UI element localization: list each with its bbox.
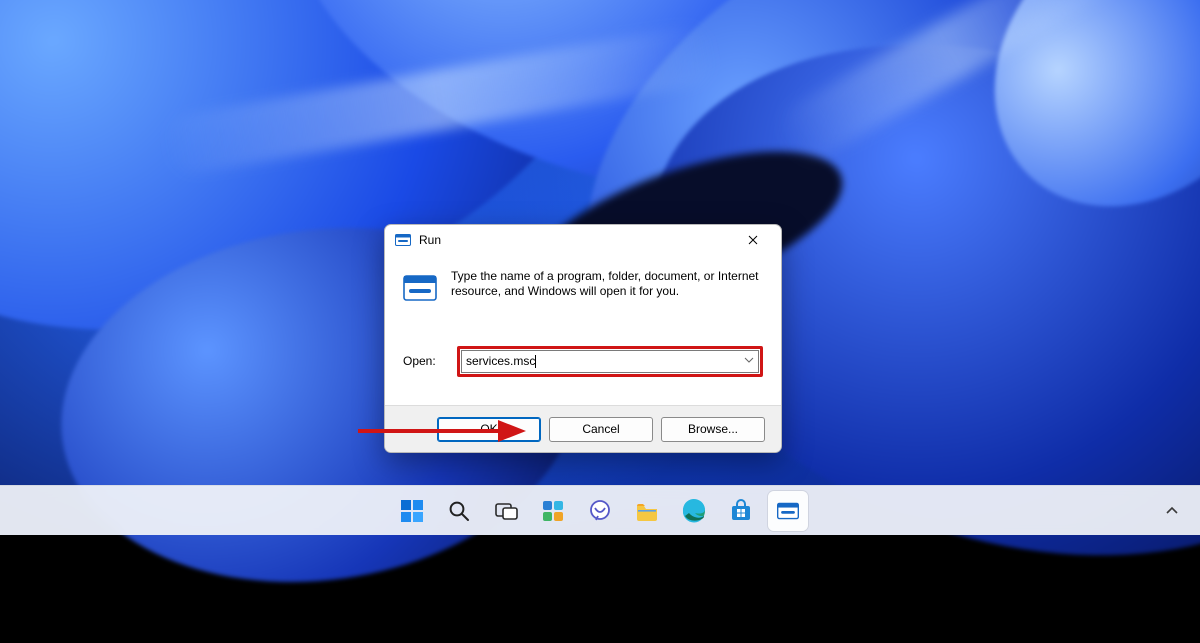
text-caret: [535, 355, 536, 368]
taskbar-start[interactable]: [392, 491, 432, 531]
dialog-prompt: Type the name of a program, folder, docu…: [451, 269, 763, 337]
taskbar-overflow[interactable]: [1158, 497, 1186, 525]
taskbar-store[interactable]: [721, 491, 761, 531]
taskbar-center: [392, 491, 808, 531]
close-icon: [748, 235, 758, 245]
folder-icon: [634, 498, 660, 524]
run-app-icon: [395, 232, 411, 248]
task-view-icon: [493, 498, 519, 524]
taskbar-widgets[interactable]: [533, 491, 573, 531]
chevron-down-icon[interactable]: [744, 354, 754, 368]
open-label: Open:: [403, 354, 445, 368]
close-button[interactable]: [733, 227, 773, 253]
annotation-highlight: services.msc: [457, 346, 763, 377]
cancel-button[interactable]: Cancel: [549, 417, 653, 442]
browse-button[interactable]: Browse...: [661, 417, 765, 442]
run-icon: [777, 500, 799, 522]
titlebar[interactable]: Run: [385, 225, 781, 255]
taskbar-chat[interactable]: [580, 491, 620, 531]
run-dialog: Run Type the name of a program, folder, …: [384, 224, 782, 453]
widgets-icon: [540, 498, 566, 524]
open-combobox-value: services.msc: [466, 354, 535, 368]
taskbar-run[interactable]: [768, 491, 808, 531]
run-icon: [403, 271, 437, 337]
chat-icon: [587, 498, 613, 524]
windows-start-icon: [399, 498, 425, 524]
taskbar-file-explorer[interactable]: [627, 491, 667, 531]
dialog-body: Type the name of a program, folder, docu…: [385, 255, 781, 345]
taskbar-task-view[interactable]: [486, 491, 526, 531]
ok-button[interactable]: OK: [437, 417, 541, 442]
dialog-button-row: OK Cancel Browse...: [385, 405, 781, 452]
dialog-title: Run: [419, 233, 441, 247]
taskbar-search[interactable]: [439, 491, 479, 531]
taskbar: [0, 485, 1200, 535]
chevron-up-icon: [1165, 504, 1179, 518]
edge-icon: [681, 498, 707, 524]
search-icon: [447, 499, 471, 523]
taskbar-edge[interactable]: [674, 491, 714, 531]
store-icon: [728, 498, 754, 524]
open-combobox[interactable]: services.msc: [461, 350, 759, 373]
